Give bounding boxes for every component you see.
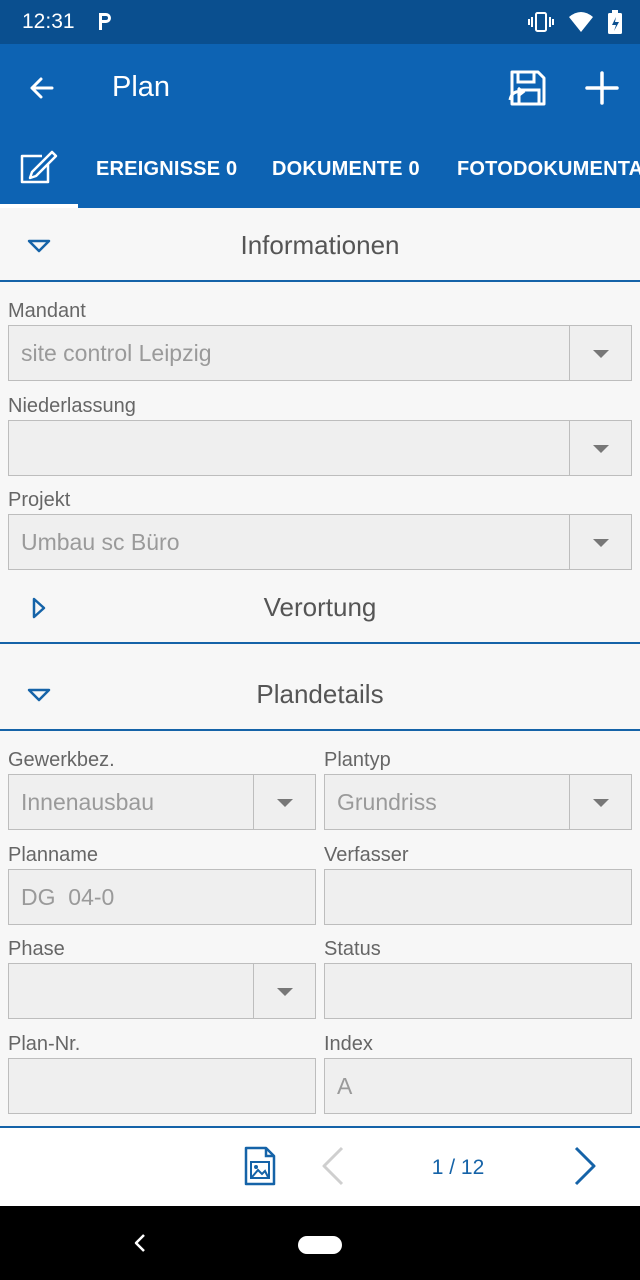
dropdown-arrow-icon[interactable] [253, 964, 315, 1018]
status-bar: 12:31 [0, 0, 640, 44]
projekt-value: Umbau sc Büro [21, 529, 180, 555]
planname-value: DG 04-0 [21, 884, 115, 910]
page-title: Plan [112, 71, 171, 103]
section-plandetails[interactable]: Plandetails [0, 659, 640, 731]
dropdown-arrow-icon[interactable] [569, 326, 631, 380]
dropdown-arrow-icon[interactable] [569, 421, 631, 475]
tab-edit[interactable] [0, 132, 78, 208]
verfasser-field[interactable] [324, 869, 632, 925]
index-label: Index [324, 1033, 373, 1055]
gewerkbez-label: Gewerkbez. [8, 749, 115, 771]
save-icon[interactable] [506, 66, 550, 110]
mandant-label: Mandant [8, 300, 86, 322]
status-label: Status [324, 938, 381, 960]
tab-bar: EREIGNISSE 0 DOKUMENTE 0 FOTODOKUMENTATI… [0, 132, 640, 208]
planname-label: Planname [8, 844, 99, 866]
back-arrow-icon[interactable] [22, 68, 62, 108]
projekt-label: Projekt [8, 489, 71, 511]
system-navigation-bar [0, 1206, 640, 1280]
page-indicator: 1 / 12 [431, 1156, 485, 1179]
niederlassung-select[interactable] [8, 420, 632, 476]
mandant-value: site control Leipzig [21, 340, 212, 366]
dropdown-arrow-icon[interactable] [569, 775, 631, 829]
wifi-icon [569, 12, 593, 32]
niederlassung-label: Niederlassung [8, 395, 136, 417]
battery-icon [608, 10, 622, 34]
plantyp-value: Grundriss [337, 789, 437, 815]
projekt-select[interactable]: Umbau sc Büro [8, 514, 632, 570]
plantyp-label: Plantyp [324, 749, 391, 771]
parking-notification-icon [99, 13, 111, 30]
dropdown-arrow-icon[interactable] [569, 515, 631, 569]
plan-nr-field[interactable] [8, 1058, 316, 1114]
edit-icon [20, 150, 58, 184]
image-file-icon[interactable] [242, 1144, 278, 1188]
next-chevron-icon[interactable] [570, 1144, 600, 1188]
plan-nr-label: Plan-Nr. [8, 1033, 81, 1055]
phase-label: Phase [8, 938, 65, 960]
verfasser-label: Verfasser [324, 844, 409, 866]
nav-back-icon[interactable] [130, 1232, 150, 1254]
previous-chevron-icon[interactable] [318, 1144, 348, 1188]
tab-ereignisse[interactable]: EREIGNISSE 0 [96, 158, 237, 181]
status-time: 12:31 [22, 10, 75, 33]
section-title: Informationen [240, 230, 400, 260]
bottom-toolbar: 1 / 12 [0, 1126, 640, 1206]
app-bar: Plan [0, 44, 640, 132]
section-informationen[interactable]: Informationen [0, 210, 640, 282]
nav-home-pill[interactable] [298, 1236, 342, 1254]
index-value: A [337, 1073, 353, 1099]
mandant-select[interactable]: site control Leipzig [8, 325, 632, 381]
phase-select[interactable] [8, 963, 316, 1019]
vibrate-icon [528, 12, 554, 32]
section-title: Verortung [263, 592, 377, 622]
gewerkbez-select[interactable]: Innenausbau [8, 774, 316, 830]
active-tab-indicator [0, 204, 78, 208]
tab-dokumente[interactable]: DOKUMENTE 0 [272, 158, 420, 181]
gewerkbez-value: Innenausbau [21, 789, 155, 815]
section-title: Plandetails [256, 679, 384, 709]
planname-field[interactable]: DG 04-0 [8, 869, 316, 925]
dropdown-arrow-icon[interactable] [253, 775, 315, 829]
section-verortung[interactable]: Verortung [0, 572, 640, 644]
tab-fotodokumentation[interactable]: FOTODOKUMENTATION [457, 158, 640, 181]
add-icon[interactable] [582, 68, 622, 108]
index-field[interactable]: A [324, 1058, 632, 1114]
status-field[interactable] [324, 963, 632, 1019]
plantyp-select[interactable]: Grundriss [324, 774, 632, 830]
